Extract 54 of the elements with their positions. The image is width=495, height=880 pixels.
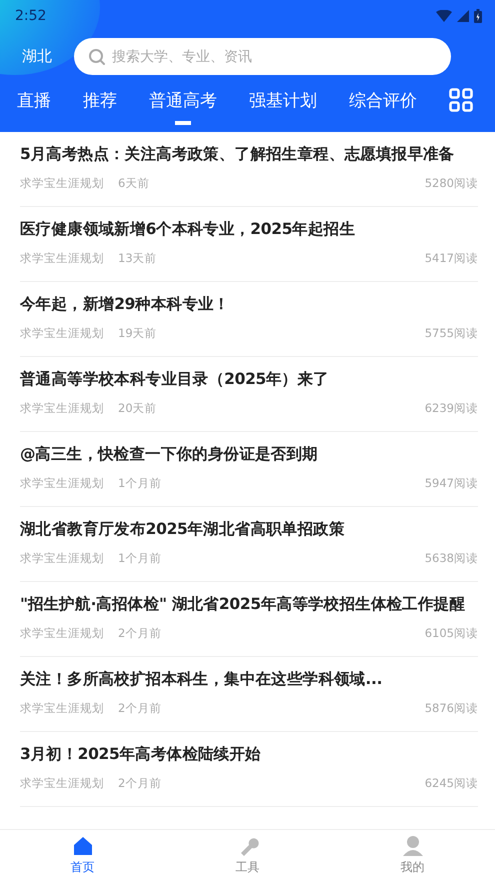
search-field[interactable]: 搜索大学、专业、资讯 — [74, 38, 451, 75]
read-count: 5638阅读 — [424, 551, 478, 566]
article-source: 求学宝生涯规划 — [20, 176, 104, 191]
category-tab[interactable]: 推荐 — [83, 88, 117, 124]
wifi-icon — [436, 10, 452, 22]
search-icon — [88, 48, 106, 66]
article-source: 求学宝生涯规划 — [20, 326, 104, 341]
article-title[interactable]: "招生护航·高招体检" 湖北省2025年高等学校招生体检工作提醒 — [20, 594, 478, 615]
article-source: 求学宝生涯规划 — [20, 251, 104, 266]
article-time: 2个月前 — [118, 701, 162, 716]
article-title[interactable]: 今年起，新增29种本科专业！ — [20, 294, 478, 315]
battery-icon — [474, 9, 482, 23]
article-source: 求学宝生涯规划 — [20, 776, 104, 791]
article-title[interactable]: 普通高等学校本科专业目录（2025年）来了 — [20, 369, 478, 390]
category-tab[interactable]: 强基计划 — [249, 88, 317, 124]
article-time: 2个月前 — [118, 776, 162, 791]
article-time: 19天前 — [118, 326, 157, 341]
category-tab[interactable]: 普通高考 — [149, 88, 217, 124]
article-source: 求学宝生涯规划 — [20, 626, 104, 641]
grid-menu-icon[interactable] — [449, 88, 473, 112]
article-source: 求学宝生涯规划 — [20, 476, 104, 491]
article-title[interactable]: 5月高考热点：关注高考政策、了解招生章程、志愿填报早准备 — [20, 144, 478, 165]
status-time: 2:52 — [15, 8, 46, 24]
location-label[interactable]: 湖北 — [22, 47, 52, 66]
nav-tab[interactable]: 我的 — [330, 830, 495, 880]
article-title[interactable]: 湖北省教育厅发布2025年湖北省高职单招政策 — [20, 519, 478, 540]
article-time: 20天前 — [118, 401, 157, 416]
article-source: 求学宝生涯规划 — [20, 701, 104, 716]
nav-tab[interactable]: 首页 — [0, 830, 165, 880]
nav-tab[interactable]: 工具 — [165, 830, 330, 880]
article-time: 13天前 — [118, 251, 157, 266]
article-source: 求学宝生涯规划 — [20, 551, 104, 566]
article-time: 1个月前 — [118, 476, 162, 491]
category-tab[interactable]: 直播 — [17, 88, 51, 124]
article-title[interactable]: @高三生，快检查一下你的身份证是否到期 — [20, 444, 478, 465]
read-count: 5876阅读 — [424, 701, 478, 716]
article-title[interactable]: 3月初！2025年高考体检陆续开始 — [20, 744, 478, 765]
article-time: 1个月前 — [118, 551, 162, 566]
read-count: 6245阅读 — [424, 776, 478, 791]
read-count: 5755阅读 — [424, 326, 478, 341]
user-icon — [402, 834, 424, 856]
article-source: 求学宝生涯规划 — [20, 401, 104, 416]
read-count: 5947阅读 — [424, 476, 478, 491]
category-tab[interactable]: 综合评价 — [349, 88, 417, 124]
article-time: 6天前 — [118, 176, 150, 191]
signal-icon — [457, 10, 469, 22]
article-time: 2个月前 — [118, 626, 162, 641]
read-count: 6239阅读 — [424, 401, 478, 416]
read-count: 6105阅读 — [424, 626, 478, 641]
home-icon — [72, 834, 94, 856]
read-count: 5417阅读 — [424, 251, 478, 266]
read-count: 5280阅读 — [424, 176, 478, 191]
article-title[interactable]: 医疗健康领域新增6个本科专业，2025年起招生 — [20, 219, 478, 240]
article-title[interactable]: 关注！多所高校扩招本科生，集中在这些学科领域... — [20, 669, 478, 690]
